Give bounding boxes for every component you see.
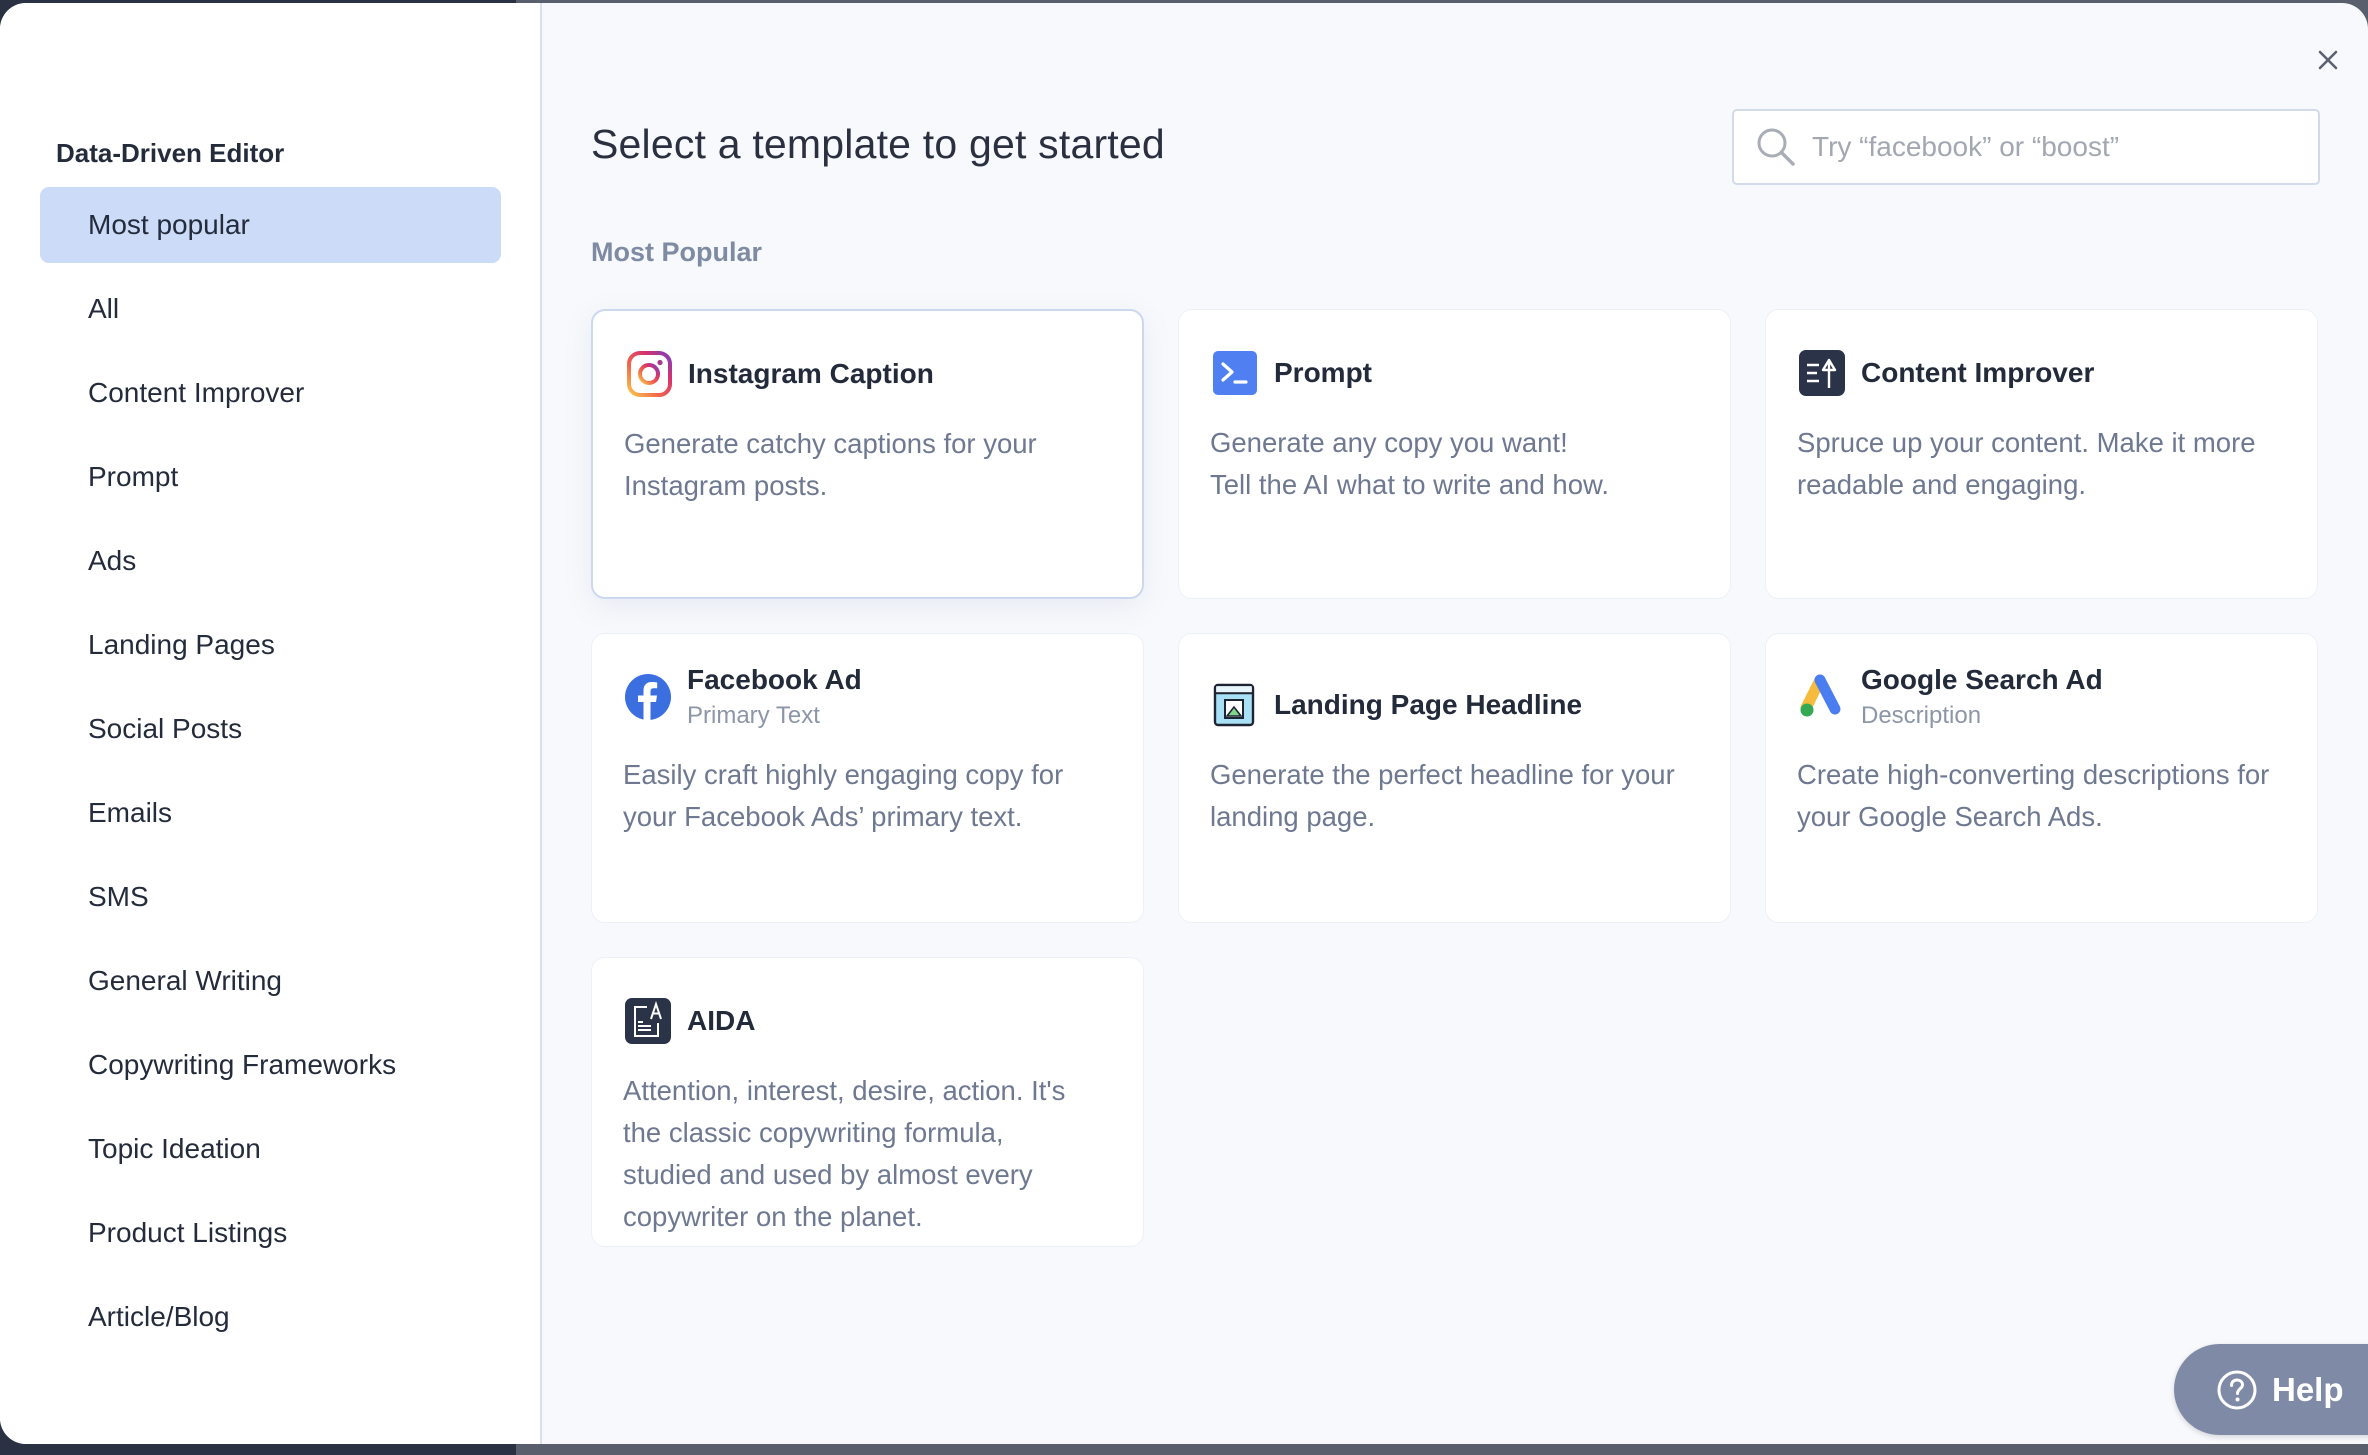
sidebar-item-sms[interactable]: SMS [40, 859, 501, 935]
search-input[interactable] [1812, 131, 2292, 163]
sidebar-item-article-blog[interactable]: Article/Blog [40, 1279, 501, 1355]
template-card-content-improver[interactable]: Content Improver Spruce up your content.… [1765, 309, 2318, 599]
landing-page-icon [1213, 683, 1255, 727]
search-icon [1757, 128, 1795, 166]
sidebar-item-most-popular[interactable]: Most popular [40, 187, 501, 263]
page-title: Select a template to get started [591, 121, 1165, 167]
facebook-icon [625, 674, 671, 720]
card-description: Generate the perfect headline for your l… [1210, 759, 1675, 832]
card-title: Facebook Ad [687, 664, 862, 695]
card-title: Landing Page Headline [1274, 689, 1583, 720]
template-card-facebook-ad[interactable]: Facebook Ad Primary Text Easily craft hi… [591, 633, 1144, 923]
help-button[interactable]: Help [2174, 1344, 2368, 1435]
search-box[interactable] [1732, 109, 2320, 185]
sidebar-item-copywriting-frameworks[interactable]: Copywriting Frameworks [40, 1027, 501, 1103]
card-title: Prompt [1274, 357, 1372, 388]
google-ads-icon [1800, 674, 1841, 717]
sidebar-item-all[interactable]: All [40, 271, 501, 347]
card-description: Generate catchy captions for your Instag… [624, 428, 1037, 501]
help-label: Help [2272, 1370, 2344, 1408]
prompt-terminal-icon [1213, 351, 1257, 395]
sidebar-item-general-writing[interactable]: General Writing [40, 943, 501, 1019]
template-card-prompt[interactable]: Prompt Generate any copy you want! Tell … [1178, 309, 1731, 599]
card-description: Create high-converting descriptions for … [1797, 759, 2270, 832]
template-card-landing-page-headline[interactable]: Landing Page Headline Generate the perfe… [1178, 633, 1731, 923]
template-card-google-search-ad[interactable]: Google Search Ad Description Create high… [1765, 633, 2318, 923]
card-title: Instagram Caption [688, 358, 934, 389]
card-description: Generate any copy you want! Tell the AI … [1210, 427, 1609, 500]
sidebar-item-ads[interactable]: Ads [40, 523, 501, 599]
section-heading: Most Popular [591, 237, 763, 267]
instagram-icon [627, 351, 672, 397]
sidebar-title: Data-Driven Editor [56, 138, 285, 168]
help-question-icon [2217, 1370, 2257, 1409]
close-icon [2318, 50, 2338, 70]
sidebar-nav: Most popular All Content Improver Prompt… [0, 187, 540, 1355]
sidebar-item-topic-ideation[interactable]: Topic Ideation [40, 1111, 501, 1187]
sidebar-item-product-listings[interactable]: Product Listings [40, 1195, 501, 1271]
template-grid: Instagram Caption Generate catchy captio… [591, 309, 2318, 1247]
card-title: AIDA [687, 1005, 756, 1036]
content-improver-icon [1799, 350, 1845, 396]
sidebar-item-content-improver[interactable]: Content Improver [40, 355, 501, 431]
card-description: Spruce up your content. Make it more rea… [1797, 427, 2256, 500]
card-title: Google Search Ad [1861, 664, 2103, 695]
template-card-aida[interactable]: AIDA Attention, interest, desire, action… [591, 957, 1144, 1247]
card-subtitle: Primary Text [687, 702, 820, 729]
card-description: Easily craft highly engaging copy for yo… [623, 759, 1064, 832]
sidebar-item-social-posts[interactable]: Social Posts [40, 691, 501, 767]
template-picker-modal: Data-Driven Editor Most popular All Cont… [0, 3, 2368, 1444]
aida-icon [625, 998, 671, 1044]
sidebar-item-landing-pages[interactable]: Landing Pages [40, 607, 501, 683]
card-title: Content Improver [1861, 357, 2095, 388]
sidebar-item-emails[interactable]: Emails [40, 775, 501, 851]
card-description: Attention, interest, desire, action. It'… [623, 1075, 1066, 1232]
sidebar-item-prompt[interactable]: Prompt [40, 439, 501, 515]
close-button[interactable] [2313, 45, 2343, 75]
main-panel: Select a template to get started Most Po… [542, 3, 2368, 1444]
template-card-instagram-caption[interactable]: Instagram Caption Generate catchy captio… [591, 309, 1144, 599]
card-subtitle: Description [1861, 702, 1982, 729]
sidebar: Data-Driven Editor Most popular All Cont… [0, 3, 542, 1444]
